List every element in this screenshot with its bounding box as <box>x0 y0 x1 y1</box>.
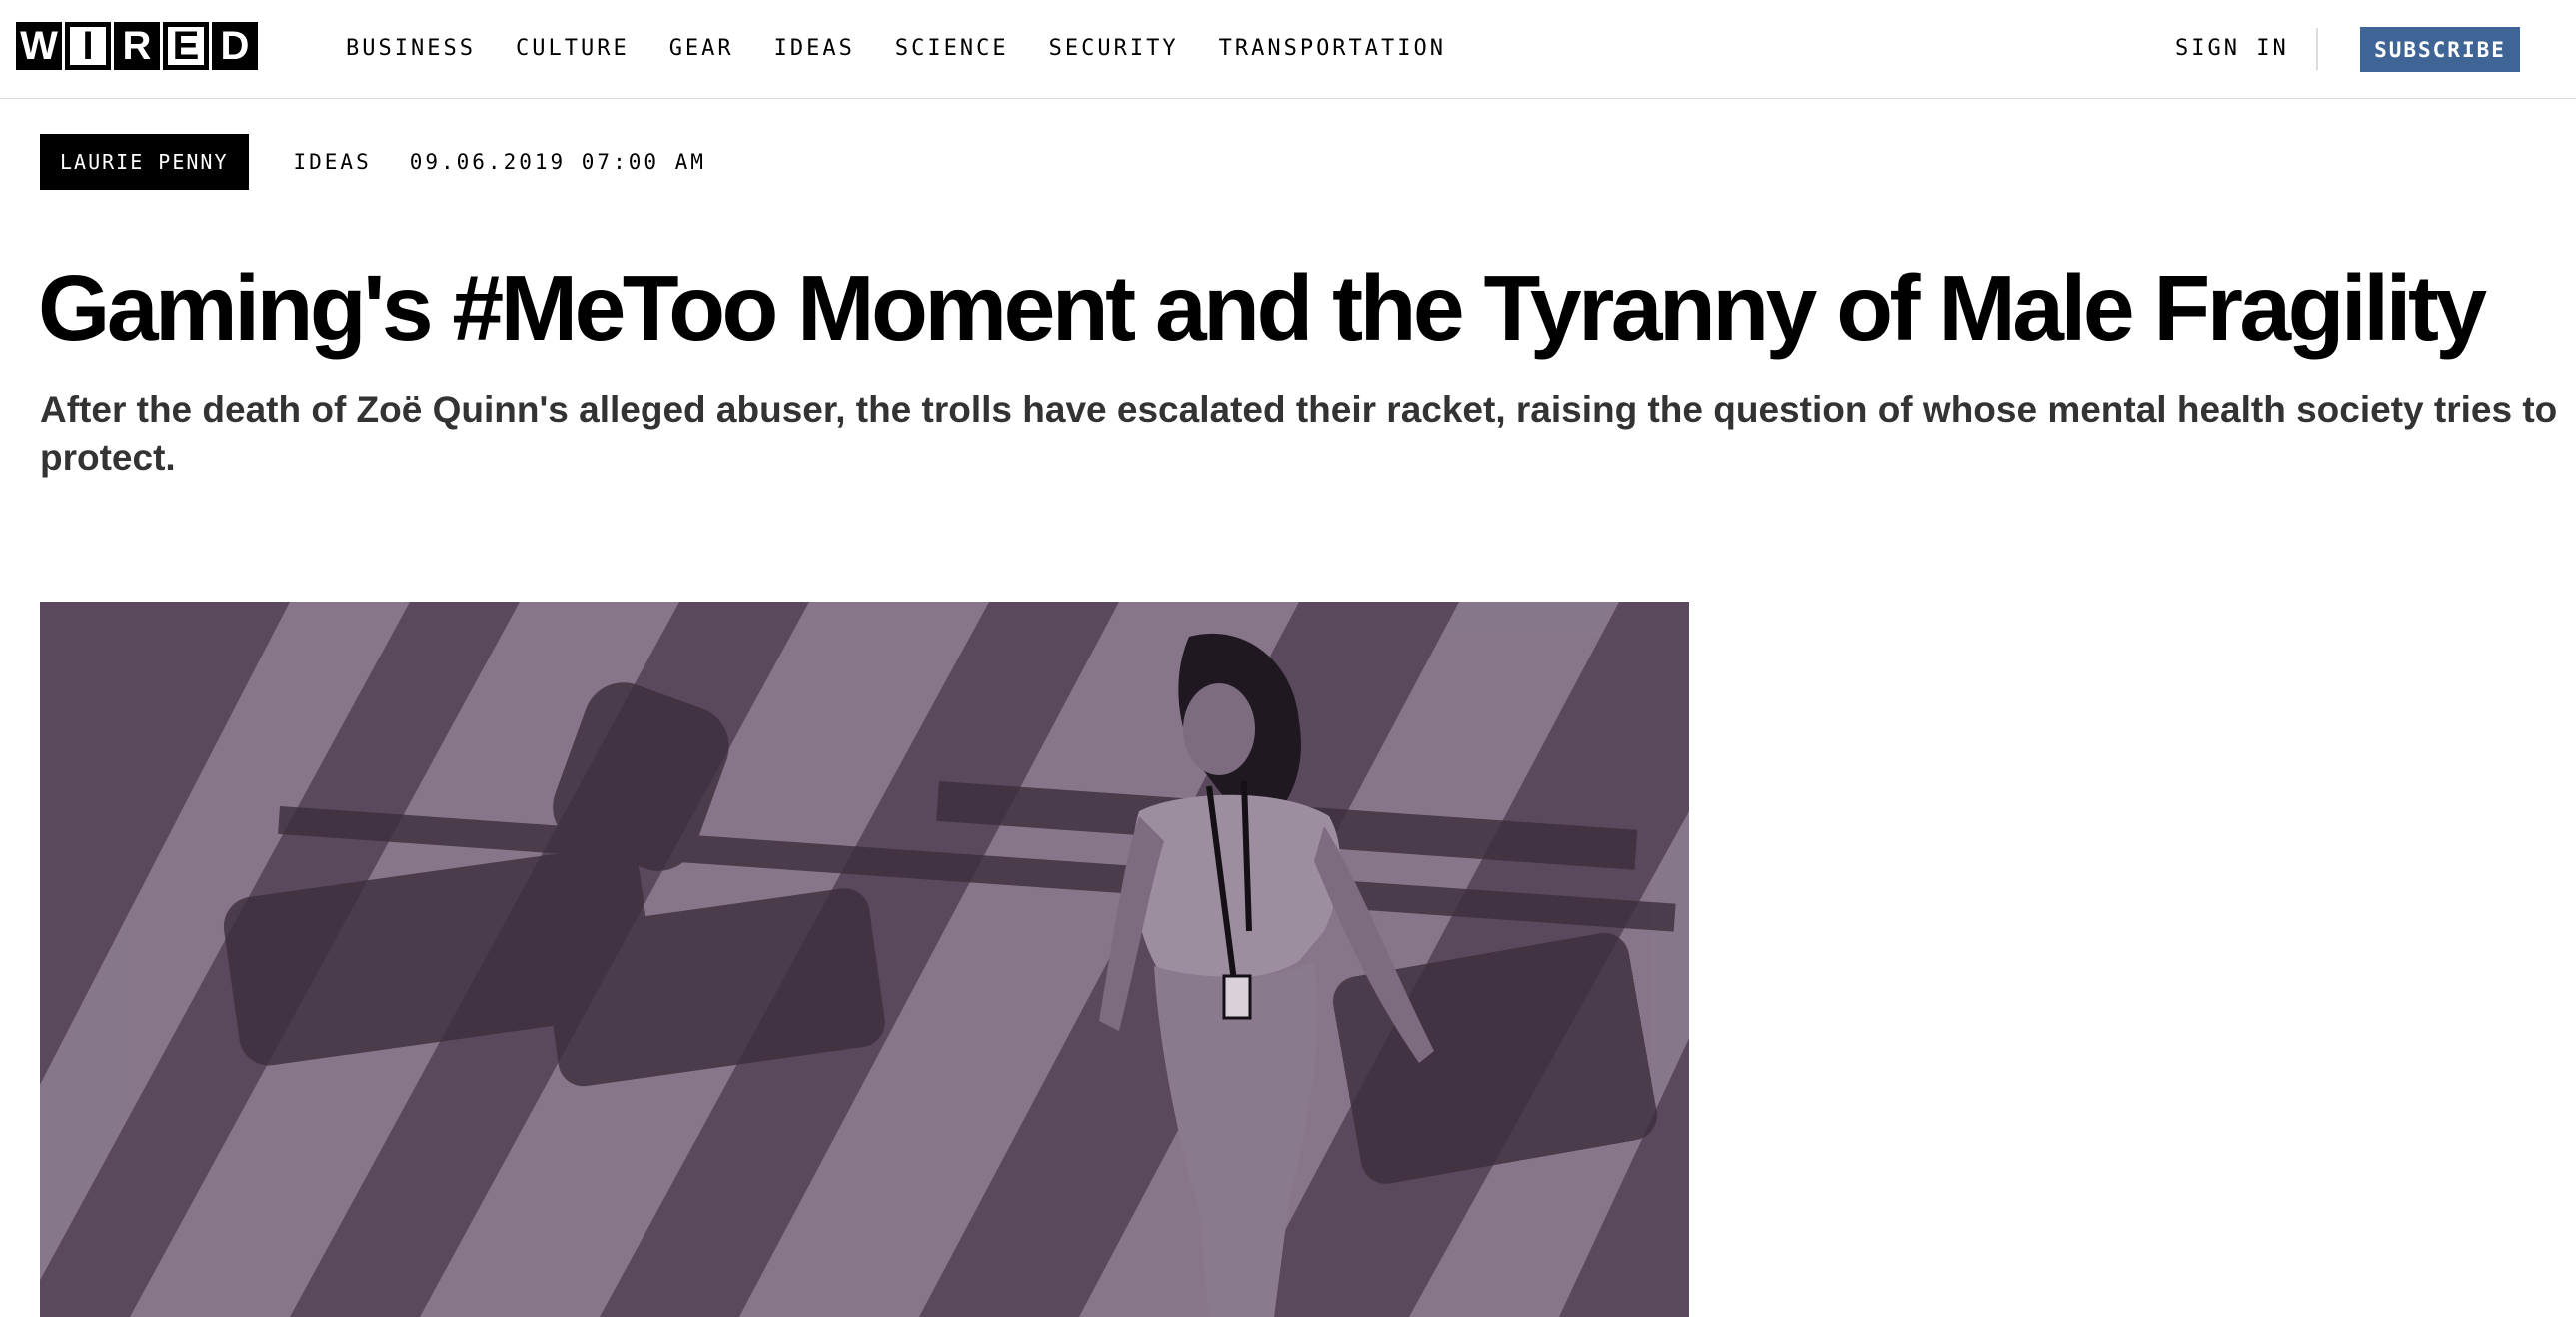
nav-link-culture[interactable]: CULTURE <box>516 36 630 61</box>
logo-letter-r: R <box>114 22 160 70</box>
wired-logo[interactable]: W I R E D <box>16 22 261 70</box>
article-meta: LAURIE PENNY IDEAS 09.06.2019 07:00 AM <box>40 134 706 190</box>
nav-link-security[interactable]: SECURITY <box>1049 36 1179 61</box>
nav-link-gear[interactable]: GEAR <box>669 36 734 61</box>
category-link[interactable]: IDEAS <box>294 150 372 174</box>
article-title: Gaming's #MeToo Moment and the Tyranny o… <box>38 256 2487 360</box>
top-navigation: W I R E D BUSINESS CULTURE GEAR IDEAS SC… <box>0 0 2576 99</box>
nav-link-business[interactable]: BUSINESS <box>346 36 476 61</box>
hero-image <box>40 602 1689 1317</box>
logo-letter-w: W <box>16 22 62 70</box>
logo-letter-i: I <box>65 22 111 70</box>
article-dek: After the death of Zoë Quinn's alleged a… <box>40 389 2558 478</box>
author-link[interactable]: LAURIE PENNY <box>40 134 249 190</box>
nav-divider <box>2316 28 2318 70</box>
hero-photo-illustration <box>40 602 1689 1317</box>
section-links: BUSINESS CULTURE GEAR IDEAS SCIENCE SECU… <box>346 36 1446 61</box>
logo-letter-e: E <box>163 22 209 70</box>
nav-link-ideas[interactable]: IDEAS <box>774 36 855 61</box>
nav-link-science[interactable]: SCIENCE <box>895 36 1009 61</box>
sign-in-link[interactable]: SIGN IN <box>2175 36 2289 61</box>
subscribe-button[interactable]: SUBSCRIBE <box>2360 27 2520 72</box>
publish-date: 09.06.2019 07:00 AM <box>409 150 706 174</box>
logo-letter-d: D <box>212 22 258 70</box>
nav-link-transportation[interactable]: TRANSPORTATION <box>1219 36 1446 61</box>
